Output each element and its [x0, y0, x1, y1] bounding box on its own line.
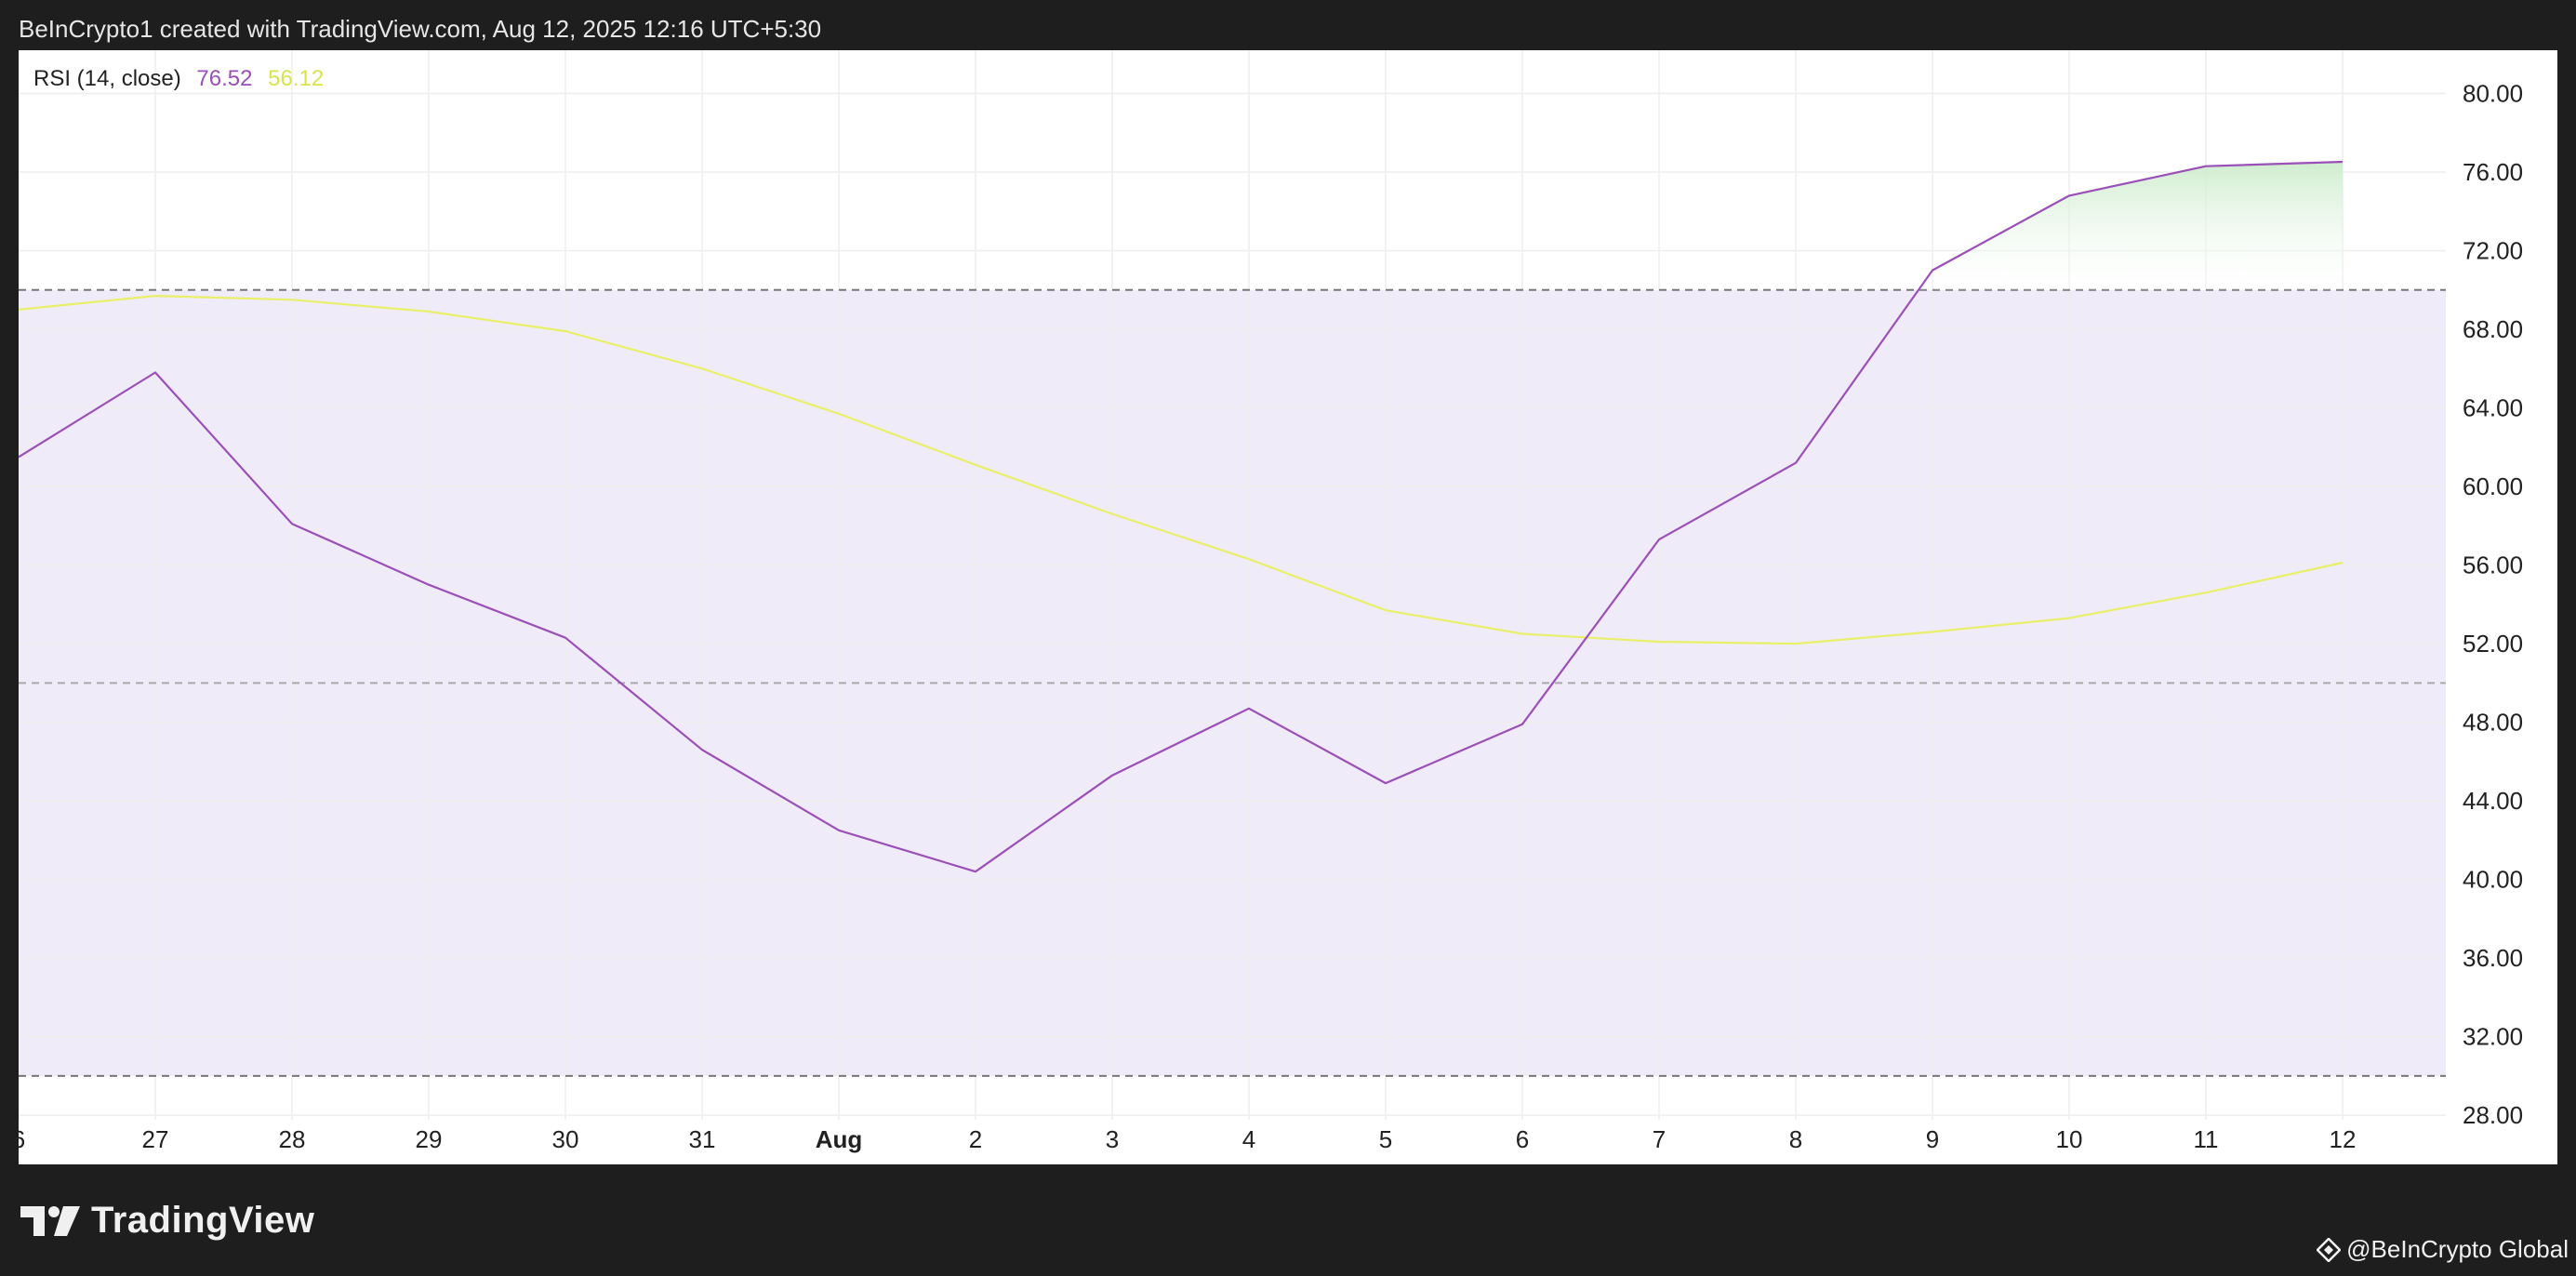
y-tick-label: 68.00 — [2463, 315, 2523, 343]
x-tick-label: 9 — [1926, 1125, 1939, 1153]
y-tick-label: 64.00 — [2463, 394, 2523, 422]
x-tick-label: 7 — [1653, 1125, 1666, 1153]
x-tick-label: 28 — [279, 1125, 306, 1153]
y-tick-label: 60.00 — [2463, 472, 2523, 500]
y-tick-label: 48.00 — [2463, 709, 2523, 737]
beincrypto-credit: @BeInCrypto Global — [2317, 1235, 2569, 1264]
x-tick-label: 4 — [1242, 1125, 1255, 1153]
x-tick-label: 6 — [19, 1125, 25, 1153]
y-tick-label: 32.00 — [2463, 1023, 2523, 1051]
legend-ma-value: 56.12 — [268, 66, 325, 91]
rsi-chart[interactable]: 80.00 76.00 72.00 68.00 64.00 60.00 56.00 52.00… — [19, 50, 2557, 1164]
x-tick-label: 8 — [1789, 1125, 1802, 1153]
y-tick-label: 40.00 — [2463, 866, 2523, 894]
beincrypto-diamond-icon — [2317, 1237, 2342, 1262]
y-tick-label: 76.00 — [2463, 158, 2523, 186]
y-tick-label: 72.00 — [2463, 237, 2523, 265]
chart-attribution: BeInCrypto1 created with TradingView.com… — [19, 15, 822, 43]
x-tick-label: 30 — [552, 1125, 579, 1153]
x-tick-label: 2 — [969, 1125, 982, 1153]
x-tick-label: 12 — [2330, 1125, 2357, 1153]
y-tick-label: 36.00 — [2463, 944, 2523, 972]
x-tick-label: 3 — [1106, 1125, 1119, 1153]
overbought-fill — [1919, 162, 2343, 290]
y-tick-label: 52.00 — [2463, 630, 2523, 658]
y-tick-label: 80.00 — [2463, 79, 2523, 107]
x-tick-label: 6 — [1516, 1125, 1529, 1153]
tradingview-logo-text: TradingView — [91, 1200, 315, 1241]
x-tick-label: 31 — [689, 1125, 716, 1153]
y-tick-label: 44.00 — [2463, 787, 2523, 815]
tradingview-logo-icon — [20, 1205, 80, 1236]
beincrypto-credit-text: @BeInCrypto Global — [2346, 1235, 2569, 1263]
chart-panel[interactable]: 80.00 76.00 72.00 68.00 64.00 60.00 56.00 52.00… — [19, 50, 2557, 1164]
y-tick-label: 56.00 — [2463, 552, 2523, 579]
x-tick-label: Aug — [816, 1125, 863, 1153]
legend-label: RSI (14, close) — [33, 66, 181, 91]
x-tick-label: 5 — [1379, 1125, 1392, 1153]
x-tick-label: 27 — [142, 1125, 169, 1153]
x-tick-label: 10 — [2056, 1125, 2083, 1153]
tradingview-logo[interactable]: TradingView — [20, 1200, 314, 1242]
x-tick-label: 11 — [2194, 1125, 2219, 1153]
chart-legend: RSI (14, close) 76.52 56.12 — [33, 65, 333, 93]
legend-rsi-value: 76.52 — [196, 66, 253, 91]
x-tick-label: 29 — [416, 1125, 443, 1153]
y-tick-label: 28.00 — [2463, 1101, 2523, 1129]
